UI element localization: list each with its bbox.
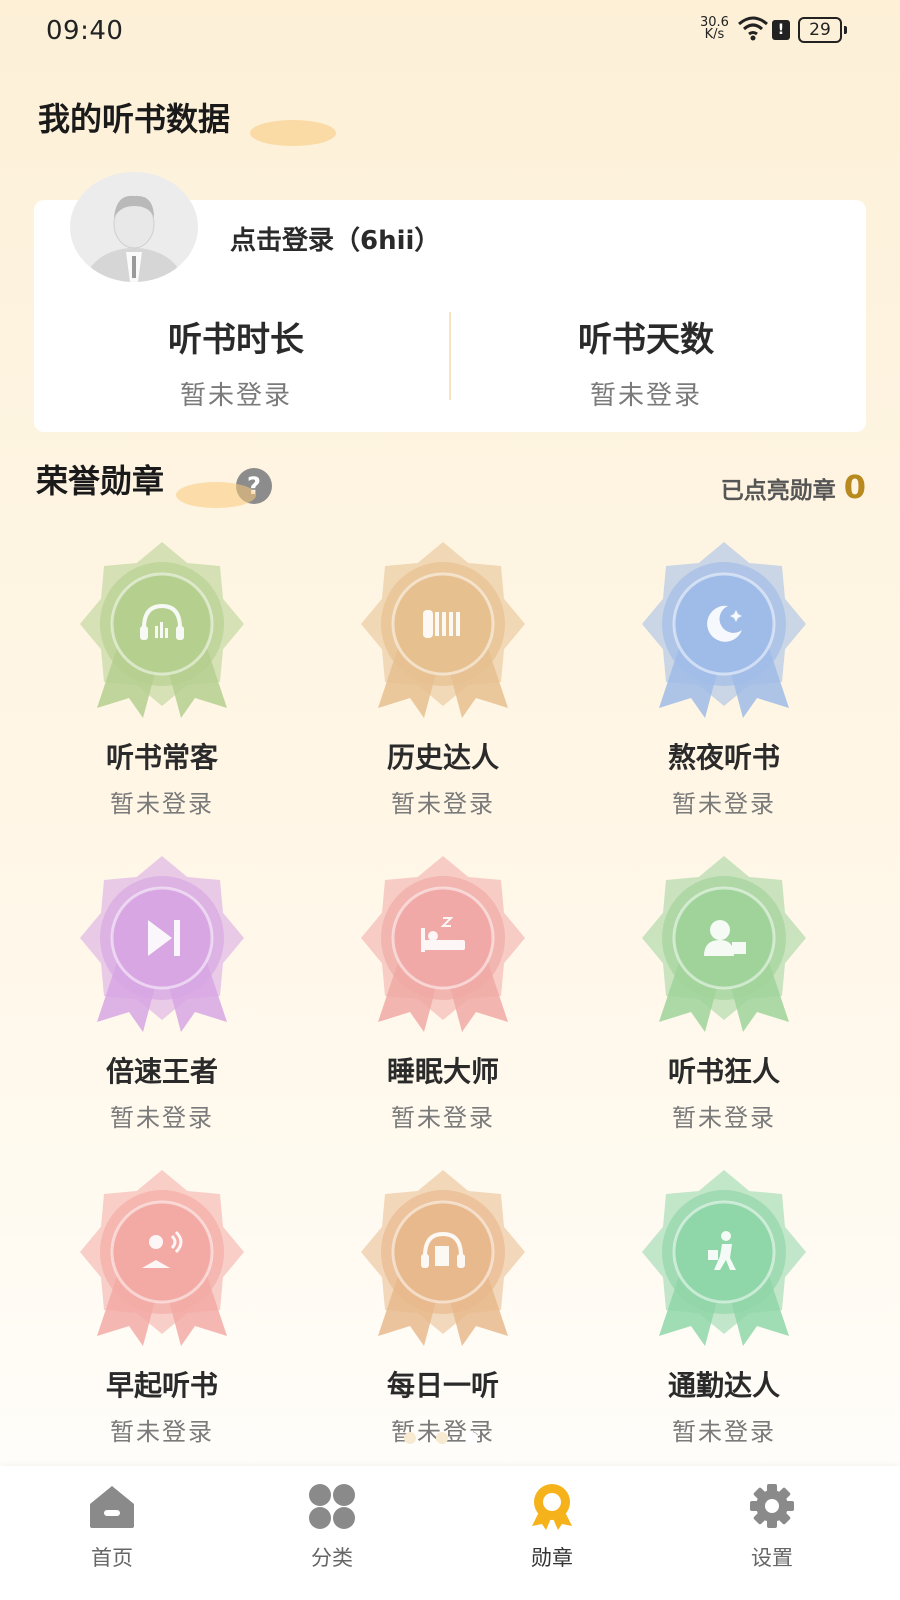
login-link[interactable]: 点击登录（6hii）	[230, 220, 440, 257]
medal-item[interactable]: 通勤达人 暂未登录	[614, 1166, 834, 1447]
lit-medals-counter: 已点亮勋章 0	[721, 468, 866, 506]
medal-name: 倍速王者	[105, 1055, 218, 1088]
stat-label: 听书天数	[578, 320, 714, 360]
medal-status: 暂未登录	[672, 790, 776, 818]
stat-value: 暂未登录	[179, 381, 292, 411]
medal-item[interactable]: 睡眠大师 暂未登录	[333, 852, 553, 1133]
medals-title-text: 荣誉勋章	[36, 462, 165, 500]
medal-name: 每日一听	[386, 1369, 499, 1402]
scroll-icon	[361, 542, 525, 718]
page-dot	[404, 1432, 416, 1444]
settings-icon	[750, 1484, 794, 1528]
nav-label: 勋章	[531, 1546, 573, 1570]
avatar-person-icon	[86, 195, 182, 282]
medal-item[interactable]: 每日一听暂未登录	[333, 1166, 553, 1447]
listener-icon	[642, 856, 806, 1032]
listening-data-title-text: 我的听书数据	[38, 100, 231, 138]
battery-icon: 29	[798, 17, 847, 43]
bottom-nav: 首页 分类 勋章 设置	[0, 1466, 900, 1600]
nav-category[interactable]: 分类	[272, 1482, 392, 1572]
home-icon	[90, 1486, 134, 1528]
medal-icon	[532, 1484, 572, 1530]
stat-value: 暂未登录	[589, 381, 702, 411]
daily-headphones-icon	[361, 1170, 525, 1346]
medal-item[interactable]: 听书狂人 暂未登录	[614, 852, 834, 1133]
sleep-icon	[361, 856, 525, 1032]
stat-listen-duration: 听书时长 暂未登录	[86, 312, 386, 412]
lit-medals-label: 已点亮勋章	[720, 478, 836, 504]
category-icon	[309, 1484, 355, 1529]
nav-home[interactable]: 首页	[52, 1482, 172, 1572]
medal-status: 暂未登录	[391, 1104, 495, 1132]
medals-title: 荣誉勋章	[36, 456, 256, 508]
alert-icon: !	[772, 20, 790, 40]
reading-icon	[80, 1170, 244, 1346]
stat-listen-days: 听书天数 暂未登录	[496, 312, 796, 412]
stat-label: 听书时长	[168, 320, 304, 360]
page-dot-active	[466, 1432, 478, 1444]
page-indicator	[404, 1432, 496, 1446]
page-dot	[436, 1432, 448, 1444]
medal-status: 暂未登录	[110, 1104, 214, 1132]
headphones-icon	[80, 542, 244, 718]
wifi-icon	[738, 16, 768, 41]
medal-name: 通勤达人	[667, 1369, 780, 1402]
nav-label: 分类	[311, 1546, 353, 1570]
medal-name: 历史达人	[386, 741, 499, 774]
title-highlight	[250, 120, 336, 146]
medal-status: 暂未登录	[110, 790, 214, 818]
medal-name: 早起听书	[105, 1369, 218, 1402]
medal-item[interactable]: 历史达人 暂未登录	[333, 538, 553, 819]
nav-settings[interactable]: 设置	[712, 1482, 832, 1572]
medal-item[interactable]: 倍速王者 暂未登录	[52, 852, 272, 1133]
medal-name: 听书常客	[105, 741, 218, 774]
nav-label: 首页	[91, 1546, 133, 1570]
net-speed: 30.6 K/s	[700, 16, 729, 42]
nav-label: 设置	[751, 1546, 793, 1570]
battery-level: 29	[809, 20, 831, 40]
lit-medals-count: 0	[843, 468, 866, 506]
status-time: 09:40	[46, 16, 124, 46]
listening-data-title: 我的听书数据	[38, 94, 336, 146]
net-speed-unit: K/s	[704, 27, 725, 42]
medal-item[interactable]: 听书常客 暂未登录	[52, 538, 272, 819]
avatar[interactable]	[70, 172, 198, 282]
commuter-icon	[642, 1170, 806, 1346]
medal-name: 熬夜听书	[667, 741, 780, 774]
title-highlight	[176, 482, 256, 508]
medal-item[interactable]: 熬夜听书 暂未登录	[614, 538, 834, 819]
medal-status: 暂未登录	[391, 790, 495, 818]
medal-name: 睡眠大师	[386, 1055, 499, 1088]
medal-status: 暂未登录	[110, 1418, 214, 1446]
moon-icon	[642, 542, 806, 718]
medal-status: 暂未登录	[672, 1418, 776, 1446]
fast-forward-icon	[80, 856, 244, 1032]
medal-item[interactable]: 早起听书 暂未登录	[52, 1166, 272, 1447]
stats-divider	[449, 312, 451, 400]
medal-status: 暂未登录	[672, 1104, 776, 1132]
nav-medal[interactable]: 勋章	[492, 1482, 612, 1572]
status-bar: 09:40 30.6 K/s ! 29	[0, 0, 900, 62]
medal-name: 听书狂人	[667, 1055, 780, 1088]
